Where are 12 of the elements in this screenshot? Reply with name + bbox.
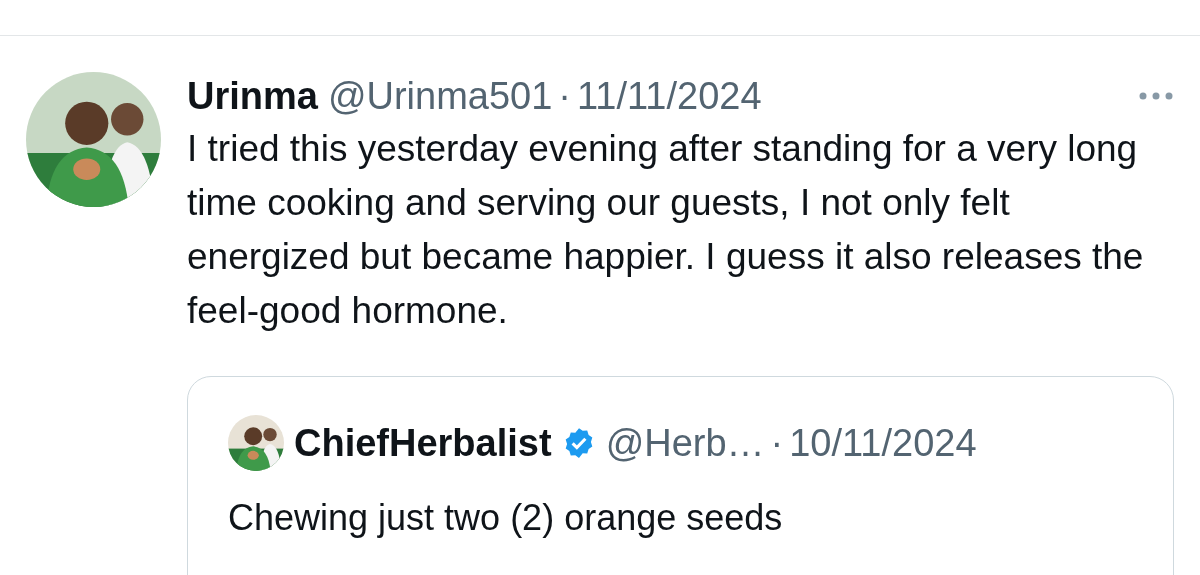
post-text: I tried this yesterday evening after standing for a very long time cooking and serving our guests, I not only felt energized but became happier. I guess it also releases the feel-good hormone. bbox=[187, 127, 1145, 333]
quoted-post-text: Chewing just two (2) orange seeds bbox=[228, 497, 784, 539]
quoted-author-name[interactable]: ChiefHerbalist bbox=[294, 421, 552, 465]
author-name[interactable]: Urinma bbox=[187, 72, 318, 120]
separator-dot: · bbox=[558, 74, 571, 119]
post-date[interactable]: 11/11/2024 bbox=[577, 72, 762, 120]
quoted-post-card[interactable]: ChiefHerbalist @Herb…·10/11/2024 Chewing just two (2) orange seeds bbox=[187, 376, 1174, 575]
author-handle[interactable]: @Urinma501 bbox=[327, 72, 553, 120]
quoted-author-handle[interactable]: @Herb… bbox=[605, 421, 765, 465]
more-icon[interactable] bbox=[1138, 91, 1174, 101]
quoted-post-date[interactable]: 10/11/2024 bbox=[789, 421, 977, 465]
separator-dot: · bbox=[770, 421, 784, 465]
